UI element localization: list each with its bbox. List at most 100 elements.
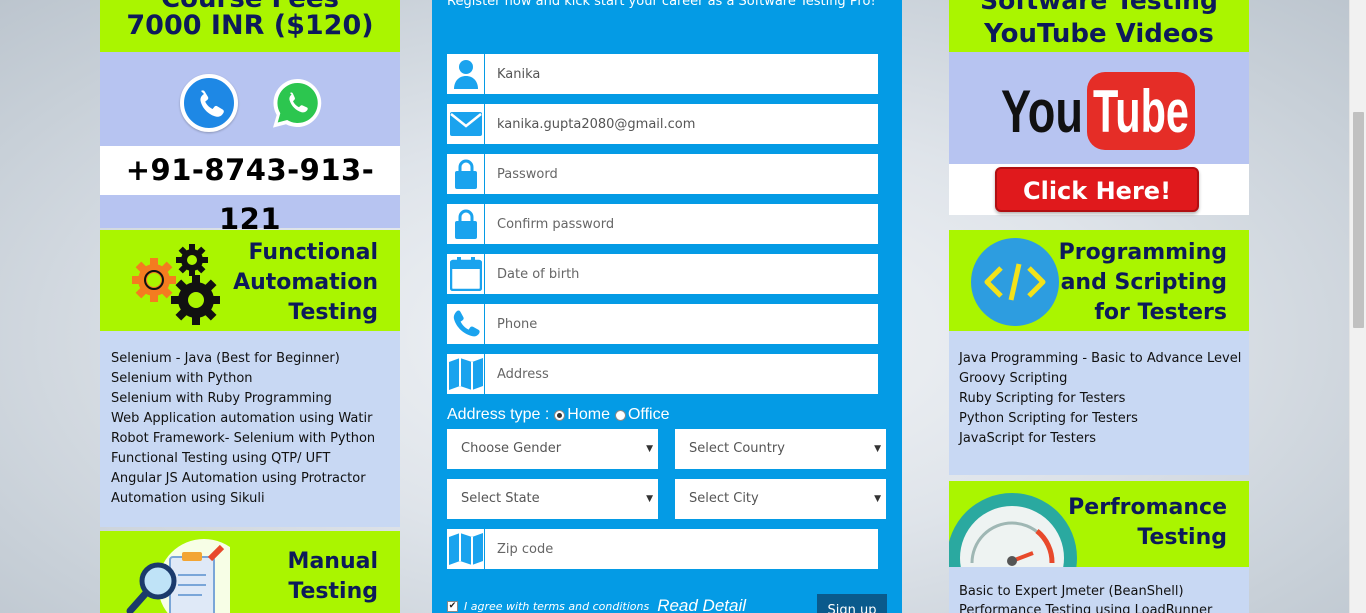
gears-icon [128, 242, 221, 328]
right-sidebar: Software Testing YouTube Videos You Tube… [949, 0, 1249, 613]
title-line: Perfromance [1068, 495, 1227, 520]
state-select-value: Select State [461, 491, 540, 506]
programming-header[interactable]: Programming and Scripting for Testers [949, 230, 1249, 331]
title-line: Testing [1137, 525, 1227, 550]
city-select-value: Select City [689, 491, 759, 506]
contact-box: +91-8743-913-121 [100, 52, 400, 236]
functional-automation-title: Functional Automation Testing [233, 238, 378, 328]
office-radio-label[interactable]: Office [628, 406, 670, 424]
phone-call-icon[interactable] [180, 74, 238, 132]
zip-input[interactable] [487, 529, 877, 569]
title-line: for Testers [1094, 300, 1227, 325]
home-radio-label[interactable]: Home [567, 406, 610, 424]
speed-gauge-icon [949, 493, 1077, 567]
terms-row: ✔ I agree with terms and conditions Read… [447, 596, 746, 613]
course-item[interactable]: Selenium - Java (Best for Beginner) [111, 349, 389, 369]
whatsapp-icon[interactable] [270, 76, 325, 131]
youtube-banner[interactable]: Software Testing YouTube Videos [949, 0, 1249, 52]
state-select[interactable]: Select State ▼ [447, 479, 658, 519]
email-field[interactable] [447, 104, 878, 144]
functional-automation-header[interactable]: Functional Automation Testing [100, 230, 400, 331]
title-line: Manual [287, 549, 378, 574]
course-item[interactable]: Functional Testing using QTP/ UFT [111, 449, 389, 469]
performance-course-list: Basic to Expert Jmeter (BeanShell) Perfo… [949, 567, 1249, 613]
course-item[interactable]: Performance Testing using LoadRunner [959, 601, 1239, 613]
youtube-logo-box[interactable]: You Tube [949, 52, 1249, 164]
confirm-password-field[interactable] [447, 204, 878, 244]
course-fee-banner[interactable]: Course Fees 7000 INR ($120) [100, 0, 400, 52]
course-item[interactable]: Web Application automation using Watir [111, 409, 389, 429]
calendar-icon [447, 254, 485, 294]
signup-button[interactable]: Sign up [817, 594, 887, 613]
home-radio[interactable] [554, 409, 566, 421]
performance-title: Perfromance Testing [1068, 493, 1227, 553]
youtube-banner-heading: Software Testing [980, 0, 1218, 15]
manual-testing-title: Manual Testing [288, 547, 378, 607]
name-field[interactable] [447, 54, 878, 94]
address-field[interactable] [447, 354, 878, 394]
phone-input[interactable] [487, 304, 877, 344]
course-item[interactable]: Java Programming - Basic to Advance Leve… [959, 349, 1241, 369]
confirm-password-input[interactable] [487, 204, 877, 244]
magnifier-clipboard-icon [122, 539, 250, 613]
lock-icon [447, 204, 485, 244]
office-radio[interactable] [614, 409, 626, 421]
performance-header[interactable]: Perfromance Testing [949, 481, 1249, 567]
dropdown-arrow-icon: ▼ [646, 444, 653, 454]
dropdown-arrow-icon: ▼ [874, 494, 881, 504]
manual-testing-header[interactable]: Manual Testing [100, 531, 400, 613]
course-item[interactable]: Selenium with Python [111, 369, 389, 389]
course-item[interactable]: Angular JS Automation using Protractor [111, 469, 389, 489]
course-item[interactable]: Selenium with Ruby Programming [111, 389, 389, 409]
password-field[interactable] [447, 154, 878, 194]
address-type-group: Address type : Home Office [447, 406, 669, 424]
title-line: Programming [1058, 240, 1227, 265]
click-here-strip: Click Here! [949, 164, 1249, 215]
course-item[interactable]: Python Scripting for Testers [959, 409, 1239, 429]
course-item[interactable]: JavaScript for Testers [959, 429, 1239, 449]
name-input[interactable] [487, 54, 877, 94]
country-select-value: Select Country [689, 441, 785, 456]
functional-course-list: Selenium - Java (Best for Beginner) Sele… [100, 331, 400, 527]
phone-field[interactable] [447, 304, 878, 344]
zip-field[interactable] [447, 529, 878, 569]
course-item[interactable]: Automation using Sikuli [111, 489, 389, 509]
user-icon [447, 54, 485, 94]
gender-select[interactable]: Choose Gender ▼ [447, 429, 658, 469]
youtube-logo: You Tube [1001, 70, 1197, 152]
youtube-banner-title: YouTube Videos [984, 19, 1214, 49]
course-item[interactable]: Groovy Scripting [959, 369, 1239, 389]
dob-field[interactable] [447, 254, 878, 294]
left-sidebar: Course Fees 7000 INR ($120) +91-8743-913… [100, 0, 400, 613]
registration-form: Register now and kick start your career … [432, 0, 902, 613]
city-select[interactable]: Select City ▼ [675, 479, 886, 519]
dob-input[interactable] [487, 254, 877, 294]
map-icon [447, 354, 485, 394]
scrollbar-thumb[interactable] [1353, 112, 1364, 328]
dropdown-arrow-icon: ▼ [874, 444, 881, 454]
page-scrollbar[interactable] [1349, 0, 1366, 613]
course-item[interactable]: Ruby Scripting for Testers [959, 389, 1239, 409]
password-input[interactable] [487, 154, 877, 194]
title-line: Testing [288, 300, 378, 325]
title-line: Testing [288, 579, 378, 604]
course-item[interactable]: Basic to Expert Jmeter (BeanShell) [959, 582, 1239, 601]
terms-checkbox[interactable]: ✔ [447, 600, 458, 612]
course-fee-amount: 7000 INR ($120) [126, 10, 374, 41]
title-line: and Scripting [1060, 270, 1227, 295]
address-input[interactable] [487, 354, 877, 394]
form-intro: Register now and kick start your career … [447, 0, 876, 9]
title-line: Functional [248, 240, 378, 265]
code-icon [971, 238, 1059, 326]
dropdown-arrow-icon: ▼ [646, 494, 653, 504]
svg-text:Tube: Tube [1093, 78, 1189, 145]
title-line: Automation [233, 270, 378, 295]
click-here-button[interactable]: Click Here! [995, 167, 1199, 212]
course-item[interactable]: Robot Framework- Selenium with Python [111, 429, 389, 449]
country-select[interactable]: Select Country ▼ [675, 429, 886, 469]
email-input[interactable] [487, 104, 877, 144]
lock-icon [447, 154, 485, 194]
map-icon [447, 529, 485, 569]
read-detail-link[interactable]: Read Detail [657, 596, 746, 613]
programming-title: Programming and Scripting for Testers [1059, 238, 1227, 328]
